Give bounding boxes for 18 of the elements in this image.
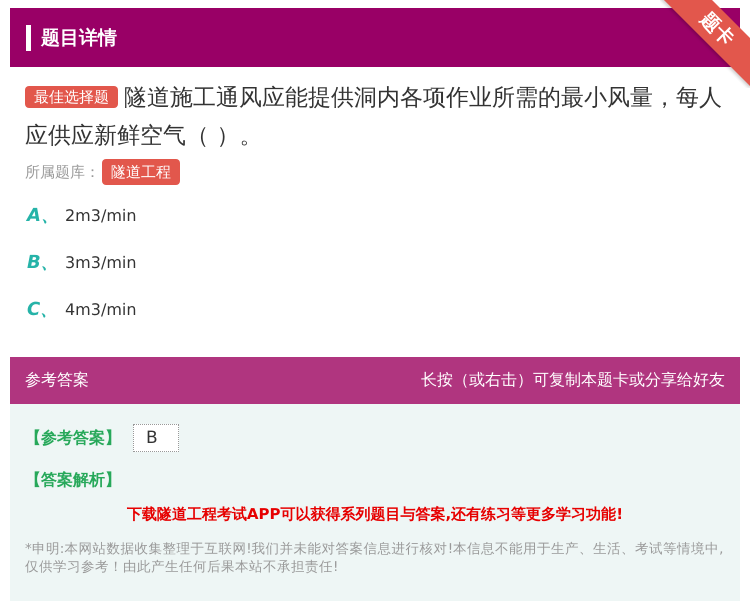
answer-section-title: 参考答案 <box>25 370 89 391</box>
question-text: $^{最佳选择题}$ 隧道施工通风应能提供洞内各项作业所需的最小风量，每人应供应新鲜空气（ ）。 <box>24 84 723 151</box>
share-hint: 长按（或右击）可复制本题卡或分享给好友 <box>421 370 725 391</box>
page-title: 题目详情 <box>41 26 117 50</box>
promo-text: 下载隧道工程考试APP可以获得系列题目与答案,还有练习等更多学习功能! <box>126 505 624 524</box>
bank-tag[interactable]: 隧道工程 <box>102 159 180 185</box>
disclaimer-text: *申明:本网站数据收集整理于互联网!我们并未能对答案信息进行核对!本信息不能用于生产、生活、考试等情境中,仅供学习参考！由此产生任何后果本站不承担责任! <box>25 540 724 576</box>
option-letter: B、 <box>27 251 57 274</box>
option-letter: C、 <box>27 298 57 321</box>
accent-bar <box>26 24 31 50</box>
option-text: 3m3/min <box>65 252 137 272</box>
analysis-label: 【答案解析】 <box>25 470 121 491</box>
answer-value: B <box>133 424 179 452</box>
option-text: 2m3/min <box>65 206 137 224</box>
answer-label: 【参考答案】 <box>25 428 121 448</box>
option-letter: A、 <box>27 204 57 227</box>
option-text: 4m3/min <box>65 300 137 318</box>
bank-label: 所属题库： <box>25 162 100 182</box>
